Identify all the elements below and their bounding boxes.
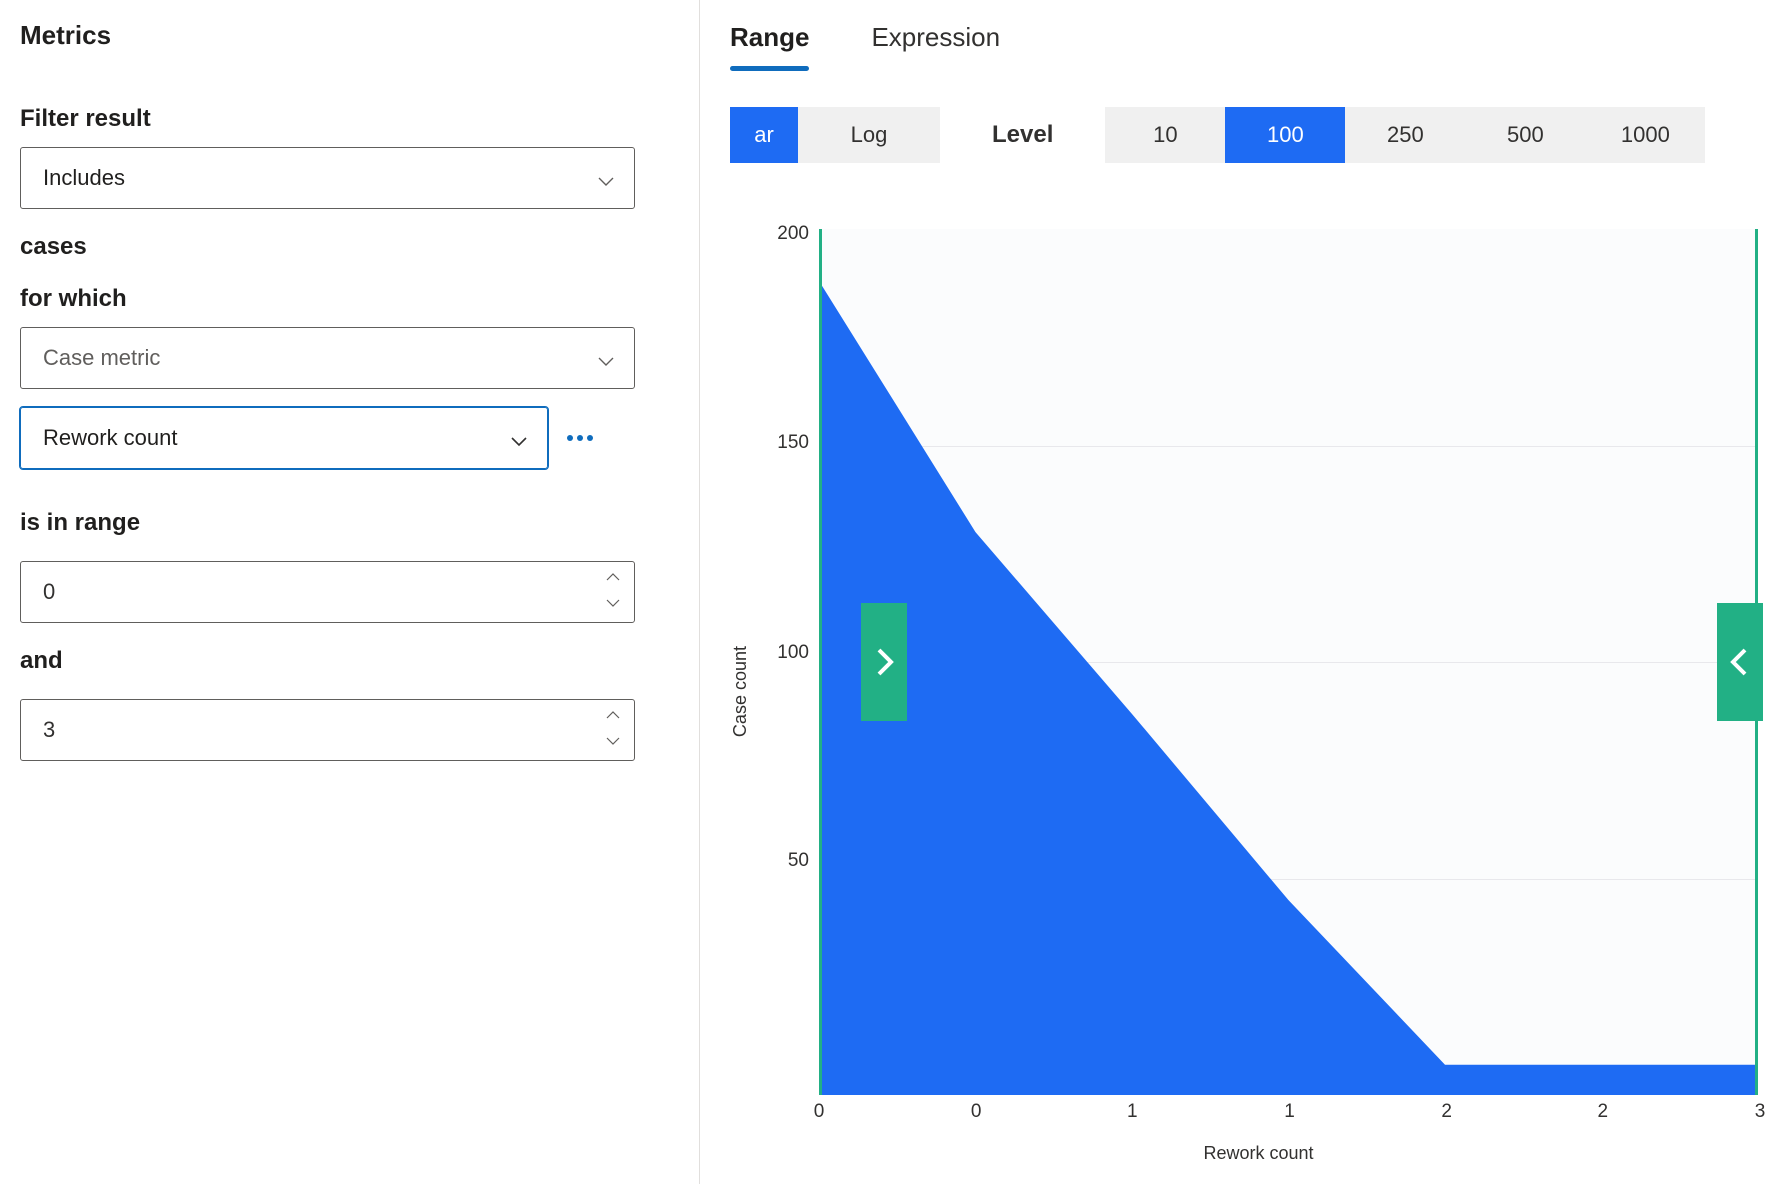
scale-controls-row: ar Log Level 10 100 250 500 1000 [730,107,1760,163]
chevron-down-icon [598,350,614,366]
y-tick: 50 [788,850,809,872]
metric-value: Rework count [43,425,178,451]
chart-area: Case count 200 150 100 50 [730,219,1760,1164]
level-500-button[interactable]: 500 [1465,107,1585,163]
chevron-left-icon [1730,648,1750,676]
x-tick: 0 [971,1101,982,1123]
filter-result-label: Filter result [20,105,679,133]
range-min-value: 0 [43,579,55,605]
chevron-down-icon [598,170,614,186]
tab-range[interactable]: Range [730,16,809,69]
filter-result-value: Includes [43,165,125,191]
metric-type-select[interactable]: Case metric [20,327,635,389]
y-tick: 100 [777,642,809,664]
chart-plot: 200 150 100 50 [757,219,1760,1131]
range-max-decrement[interactable] [604,734,622,748]
x-tick: 2 [1441,1101,1452,1123]
x-ticks: 0 0 1 1 2 2 3 [819,1095,1760,1131]
tab-expression[interactable]: Expression [871,16,1000,69]
x-tick: 3 [1755,1101,1766,1123]
area-chart-svg [819,229,1758,1095]
x-tick: 0 [814,1101,825,1123]
metric-type-placeholder: Case metric [43,345,160,371]
range-min-increment[interactable] [604,570,622,584]
metric-value-select[interactable]: Rework count [20,407,548,469]
level-1000-button[interactable]: 1000 [1585,107,1705,163]
metrics-filter-panel: Metrics Filter result Includes cases for… [0,0,700,1184]
range-max-value: 3 [43,717,55,743]
level-250-button[interactable]: 250 [1345,107,1465,163]
range-slider-handle-left[interactable] [861,603,907,721]
scale-linear-button[interactable]: ar [730,107,798,163]
range-visualization-panel: Range Expression ar Log Level 10 100 250… [700,0,1790,1184]
panel-title: Metrics [20,20,679,51]
y-ticks: 200 150 100 50 [757,219,817,1095]
tab-bar: Range Expression [730,16,1760,69]
plot-area[interactable] [819,229,1758,1095]
scale-log-button[interactable]: Log [798,107,940,163]
y-axis-label: Case count [730,646,751,737]
y-tick: 150 [777,432,809,454]
chevron-down-icon [511,430,527,446]
range-slider-handle-right[interactable] [1717,603,1763,721]
scale-type-group: ar Log [730,107,940,163]
level-100-button[interactable]: 100 [1225,107,1345,163]
for-which-label: for which [20,285,679,313]
y-tick: 200 [777,223,809,245]
cases-label: cases [20,233,679,261]
level-label: Level [992,121,1053,149]
filter-result-select[interactable]: Includes [20,147,635,209]
range-max-increment[interactable] [604,708,622,722]
range-min-input[interactable]: 0 [20,561,635,623]
level-10-button[interactable]: 10 [1105,107,1225,163]
range-line-left [819,229,822,1095]
range-min-decrement[interactable] [604,596,622,610]
more-options-button[interactable] [566,424,594,452]
level-group: 10 100 250 500 1000 [1105,107,1705,163]
and-label: and [20,647,679,675]
chevron-right-icon [874,648,894,676]
x-tick: 1 [1284,1101,1295,1123]
x-tick: 2 [1598,1101,1609,1123]
range-max-input[interactable]: 3 [20,699,635,761]
x-axis-label: Rework count [757,1143,1760,1164]
is-in-range-label: is in range [20,509,679,537]
x-tick: 1 [1127,1101,1138,1123]
